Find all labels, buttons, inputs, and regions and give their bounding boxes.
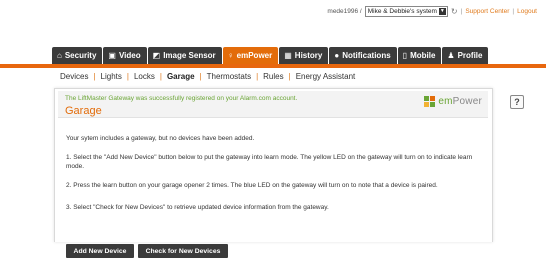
empower-logo: emPower [424, 96, 482, 107]
step-1-text: 1. Select the "Add New Device" button be… [66, 154, 473, 170]
subnav-item-locks[interactable]: Locks [134, 72, 155, 81]
orange-divider [0, 64, 546, 68]
history-icon: ▦ [284, 51, 292, 60]
chevron-down-icon: ▼ [438, 8, 446, 15]
tab-label: Profile [457, 51, 483, 60]
garage-panel: The LiftMaster Gateway was successfully … [54, 88, 493, 258]
main-tabs: ⌂ Security ▣ Video ◩ Image Sensor ♀ emPo… [52, 47, 489, 64]
sub-navigation: Devices | Lights | Locks | Garage | Ther… [60, 72, 355, 81]
tab-label: History [294, 51, 323, 60]
subnav-separator: | [93, 72, 96, 81]
subnav-item-energy-assistant[interactable]: Energy Assistant [296, 72, 356, 81]
tab-label: Image Sensor [163, 51, 216, 60]
subnav-separator: | [126, 72, 129, 81]
system-select[interactable]: Mike & Debbie's system ▼ [364, 6, 448, 17]
tab-label: Mobile [410, 51, 436, 60]
page-title: Garage [65, 105, 102, 117]
refresh-icon[interactable]: ↻ [451, 7, 458, 16]
empower-logo-icon [424, 96, 436, 107]
tab-label: emPower [236, 51, 273, 60]
tab-notifications[interactable]: ● Notifications [329, 47, 397, 64]
tab-label: Security [64, 51, 97, 60]
tab-label: Video [118, 51, 141, 60]
add-new-device-button[interactable]: Add New Device [66, 244, 134, 258]
intro-text: Your sytem includes a gateway, but no de… [66, 135, 255, 142]
topbar-separator: | [512, 8, 515, 15]
logout-link[interactable]: Logout [517, 8, 537, 15]
tab-image-sensor[interactable]: ◩ Image Sensor [147, 47, 222, 64]
subnav-item-garage[interactable]: Garage [167, 72, 195, 81]
empower-logo-text: emPower [438, 96, 482, 107]
tab-video[interactable]: ▣ Video [103, 47, 147, 64]
mobile-icon: ▯ [402, 51, 408, 60]
tab-security[interactable]: ⌂ Security [52, 47, 103, 64]
tab-mobile[interactable]: ▯ Mobile [397, 47, 442, 64]
check-for-new-devices-button[interactable]: Check for New Devices [138, 244, 228, 258]
tab-empower[interactable]: ♀ emPower [222, 47, 279, 64]
home-icon: ⌂ [57, 51, 62, 60]
step-3-text: 3. Select "Check for New Devices" to ret… [66, 204, 329, 211]
support-center-link[interactable]: Support Center [465, 8, 509, 15]
empower-logo-suffix: Power [452, 96, 482, 107]
person-icon: ♟ [447, 51, 455, 60]
tab-label: Notifications [342, 51, 391, 60]
video-icon: ▣ [108, 51, 116, 60]
subnav-separator: | [199, 72, 202, 81]
subnav-separator: | [159, 72, 162, 81]
bulb-icon: ♀ [227, 51, 234, 60]
topbar-separator: | [460, 8, 463, 15]
step-2-text: 2. Press the learn button on your garage… [66, 182, 438, 189]
subnav-separator: | [256, 72, 259, 81]
empower-logo-prefix: em [438, 96, 453, 107]
success-message: The LiftMaster Gateway was successfully … [65, 95, 298, 102]
help-button[interactable]: ? [510, 95, 524, 109]
tab-history[interactable]: ▦ History [279, 47, 329, 64]
tab-profile[interactable]: ♟ Profile [442, 47, 489, 64]
subnav-item-rules[interactable]: Rules [263, 72, 283, 81]
subnav-separator: | [288, 72, 291, 81]
subnav-item-lights[interactable]: Lights [101, 72, 122, 81]
subnav-item-thermostats[interactable]: Thermostats [207, 72, 251, 81]
chat-icon: ● [334, 51, 340, 60]
system-select-value: Mike & Debbie's system [367, 8, 437, 15]
camera-icon: ◩ [152, 51, 161, 60]
subnav-item-devices[interactable]: Devices [60, 72, 88, 81]
top-utility-bar: mede1996 / Mike & Debbie's system ▼ ↻ | … [327, 6, 537, 17]
panel-header: The LiftMaster Gateway was successfully … [58, 91, 488, 118]
username-label: mede1996 / [327, 8, 362, 15]
